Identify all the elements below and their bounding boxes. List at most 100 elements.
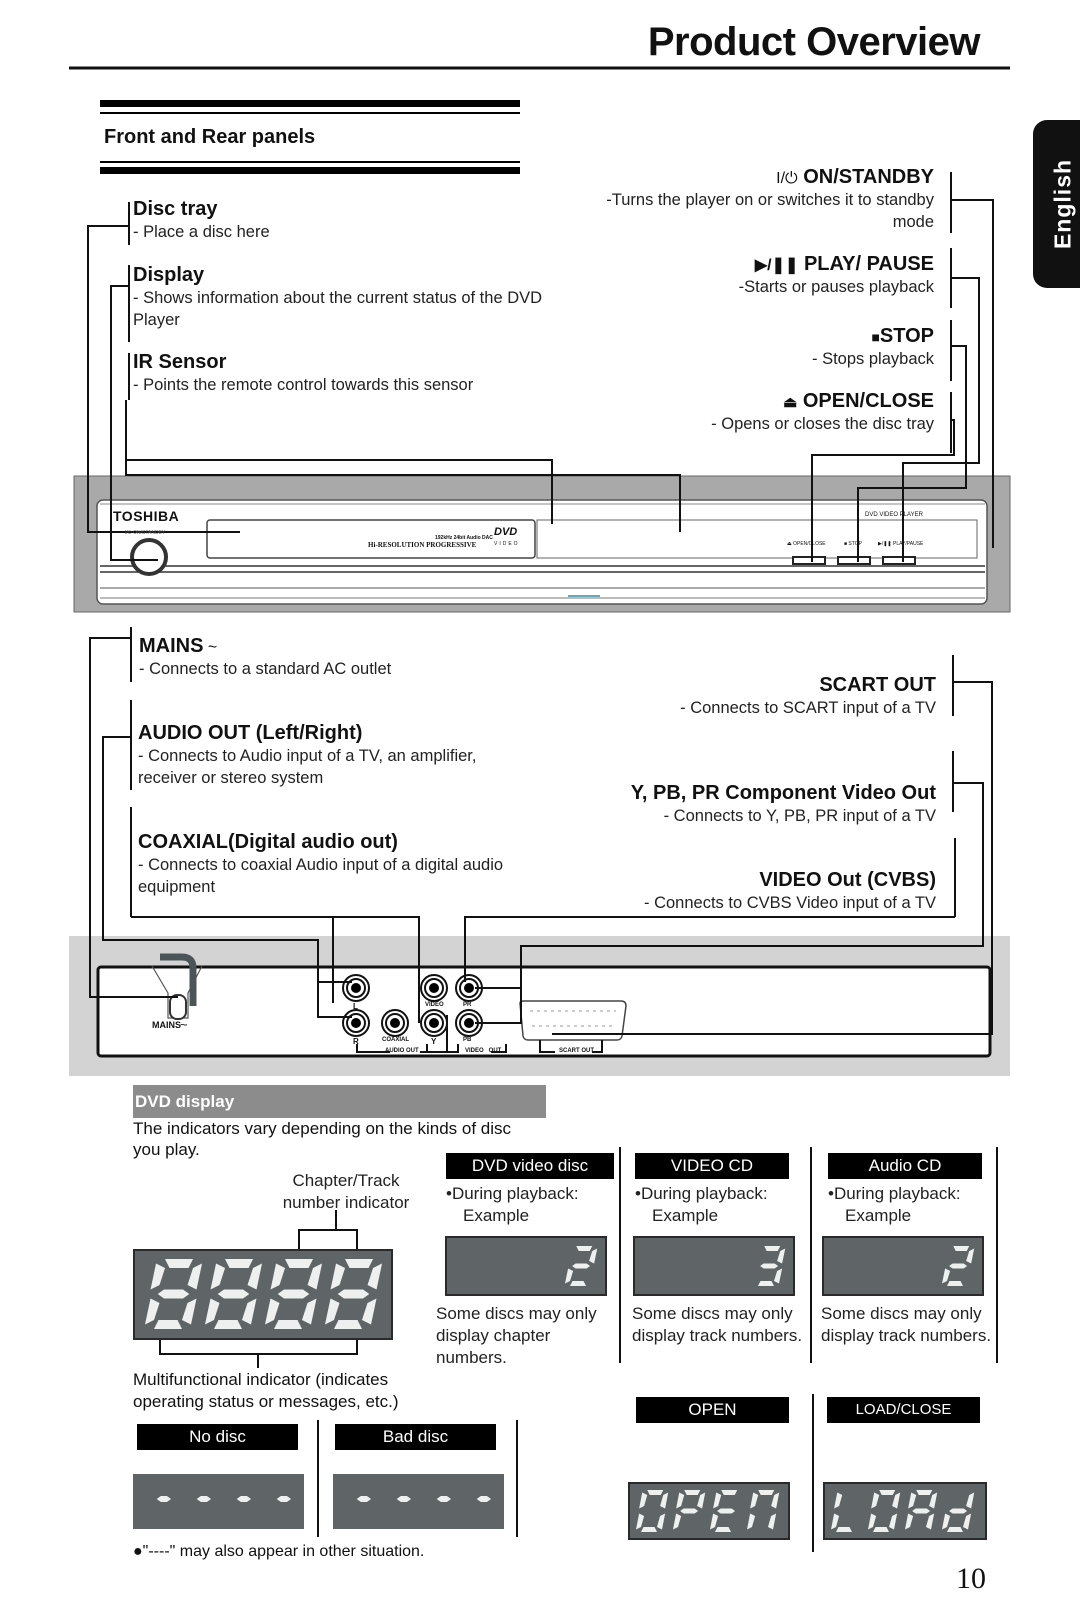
callout-title: STOP [879,325,934,347]
lcd-segment-g [337,1289,370,1299]
jack-label-video: VIDEO [425,1002,444,1008]
ac-tilde: ~ [203,639,218,656]
dvd-logo-sub: VIDEO [494,541,520,547]
lcd-segment-g [277,1289,310,1299]
language-tab[interactable]: English [1033,120,1080,288]
lcd-segment-f [676,1492,685,1509]
jack-label-l: L [353,1002,358,1011]
callout-disc-tray: Disc tray - Place a disc here [133,198,553,243]
lcd-segment-e [205,1298,220,1325]
lcd-segment-b [966,1492,975,1509]
status-label-no-disc: No disc [137,1424,298,1450]
lcd-segment-e [673,1513,682,1530]
callout-desc: - Shows information about the current st… [133,289,543,329]
callout-title: COAXIAL(Digital audio out) [138,831,398,853]
disc-type-label: Audio CD [828,1153,982,1179]
callout-desc: - Connects to CVBS Video input of a TV [644,894,936,912]
load-lcd [823,1482,987,1540]
lcd-segment-f [750,1492,759,1509]
page-title: Product Overview [647,20,981,64]
lcd-segment-e [747,1513,756,1530]
section-rule-bottom-thick [100,167,520,174]
lcd-segment-c [302,1298,317,1325]
callout-desc: -Turns the player on or switches it to s… [606,191,934,231]
lcd-digits [831,1490,975,1532]
stop-button[interactable] [838,557,870,565]
lcd-segment-d [715,1527,731,1532]
play-pause-button[interactable] [883,557,915,565]
lcd-segment-d [947,1281,963,1286]
eject-icon: ⏏ [783,394,798,411]
lcd-segment-b [247,1263,263,1290]
callout-desc: -Starts or pauses playback [738,278,934,296]
jack-label-pr: PR [463,1002,472,1008]
callout-coaxial: COAXIAL(Digital audio out) - Connects to… [138,831,548,898]
lcd-segment-c [242,1298,257,1325]
lcd-segment-c [963,1513,972,1530]
lcd-segment-g [680,1508,699,1514]
lcd-segment-f [871,1492,880,1509]
play-pause-icon: ▶/❚❚ [754,257,799,274]
lcd-segment-e [325,1298,340,1325]
lcd-segment-e [565,1268,574,1284]
lcd-segment-a [879,1490,896,1495]
callout-title: SCART OUT [819,674,936,696]
play-pause-button-label: ▶/❚❚ PLAY/PAUSE [878,541,924,547]
lcd-segment-g [476,1496,492,1502]
lcd-segment-d [214,1320,242,1329]
during-playback-label: •During playback: [635,1184,768,1203]
callout-open-close: ⏏ OPEN/CLOSE - Opens or closes the disc … [604,390,934,435]
lcd-segment-c [362,1298,377,1325]
open-lcd [628,1482,790,1540]
lcd-segment-g [157,1289,190,1299]
disc-type-dvd-video: DVD video disc •During playback: Example [446,1153,614,1227]
open-close-button[interactable] [793,557,825,565]
lcd-segment-d [274,1320,302,1329]
jack-label-y: Y [431,1037,437,1046]
callout-title: IR Sensor [133,351,227,373]
lcd-segment-b [660,1492,669,1509]
lcd-digits [942,1246,975,1286]
lcd-digits [156,1496,292,1502]
bad-disc-lcd [333,1474,504,1529]
lcd-text [156,1496,292,1502]
lcd-segment-f [713,1492,722,1509]
disc-type-label: VIDEO CD [635,1153,789,1179]
video-out-group-label: VIDEO OUT [465,1048,502,1054]
lcd-text [942,1246,975,1286]
lcd-segment-c [926,1513,935,1530]
lcd-segment-c [889,1513,898,1530]
audio-cd-lcd [822,1236,984,1296]
lcd-segment-b [187,1263,203,1290]
callout-desc: - Connects to Y, PB, PR input of a TV [663,807,936,825]
lcd-segment-a [345,1259,374,1268]
callout-desc: - Connects to SCART input of a TV [680,699,936,717]
callout-scart-out: SCART OUT - Connects to SCART input of a… [536,674,936,719]
no-disc-lcd [133,1474,304,1529]
lcd-segment-e [831,1513,840,1530]
lcd-segment-e [942,1513,951,1530]
lcd-digits [356,1496,492,1502]
jack-label-pb: PB [463,1037,472,1043]
callout-title: Display [133,264,205,286]
callout-title: OPEN/CLOSE [802,390,934,412]
lcd-segment-f [150,1263,166,1290]
footnote: ●"----" may also appear in other situati… [133,1543,425,1560]
lcd-segment-d [334,1320,362,1329]
jack-label-coaxial: COAXIAL [382,1037,409,1043]
lcd-digits [636,1490,780,1532]
lcd-segment-e [868,1513,877,1530]
lcd-segment-d [154,1320,182,1329]
stop-icon: ■ [871,329,880,345]
lcd-segment-e [942,1268,951,1284]
callout-stop: ■STOP - Stops playback [604,325,934,370]
power-button[interactable] [132,540,166,574]
lcd-segment-a [285,1259,314,1268]
callout-title: Y, PB, PR Component Video Out [630,782,936,804]
callout-desc: - Connects to Audio input of a TV, an am… [138,747,477,787]
disc-type-audio-cd: Audio CD •During playback: Example [828,1153,982,1227]
page-number: 10 [956,1562,986,1595]
section-rule-bottom-thin [100,161,520,163]
lcd-segment-a [764,1246,781,1251]
audio-out-group-label: AUDIO OUT [385,1048,419,1054]
